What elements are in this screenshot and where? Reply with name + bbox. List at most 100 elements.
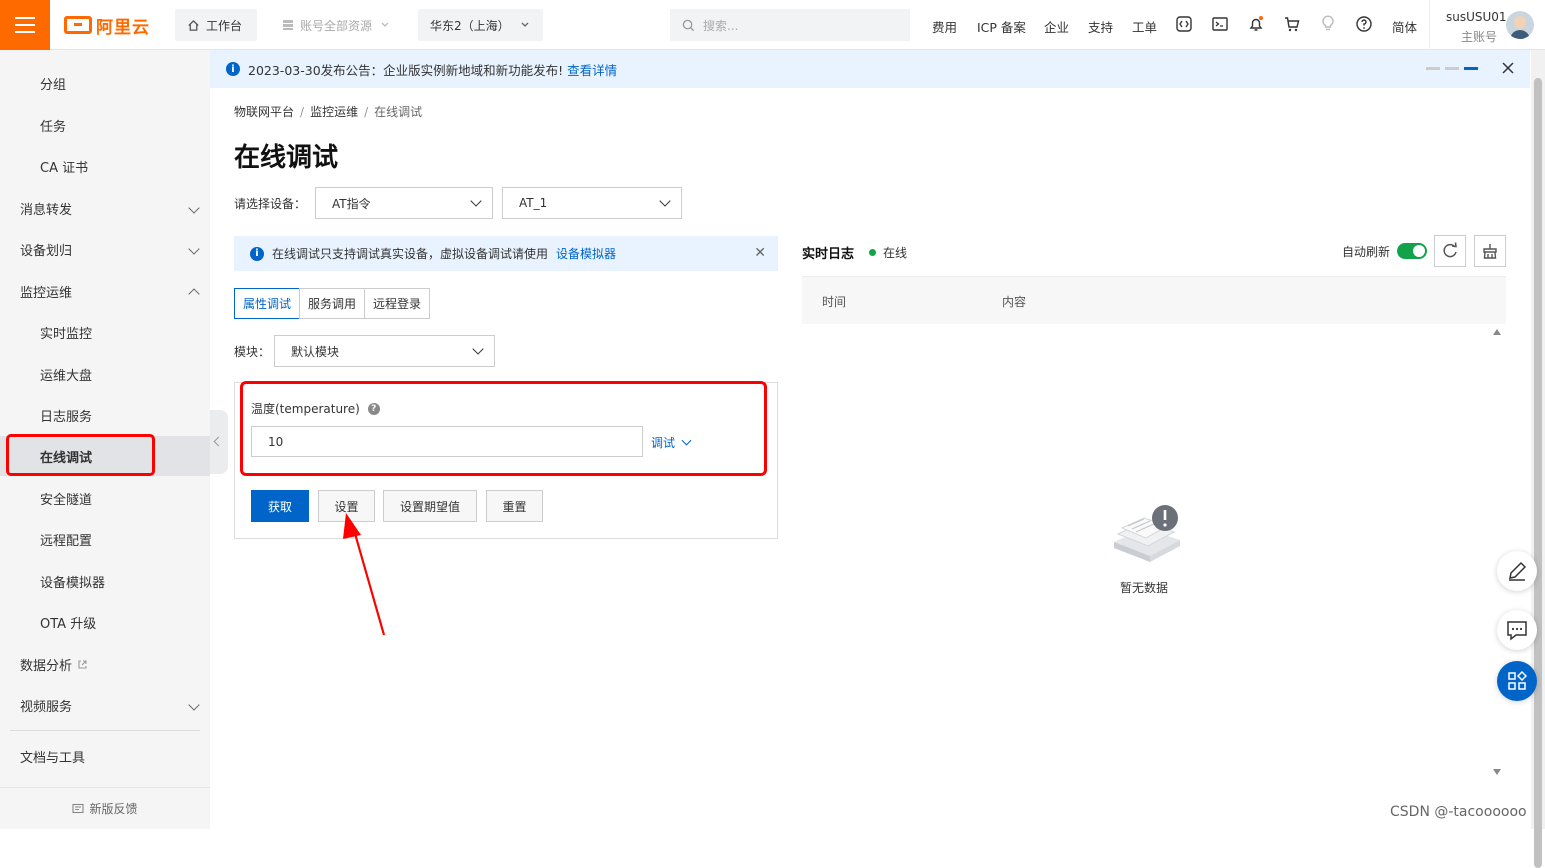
empty-data-icon — [1114, 505, 1180, 562]
nav-billing[interactable]: 费用 — [932, 17, 957, 36]
nav-ticket[interactable]: 工单 — [1132, 17, 1157, 36]
clear-log-button[interactable] — [1474, 235, 1506, 267]
sidebar-item-device-assign[interactable]: 设备划归 — [0, 229, 210, 269]
product-select[interactable]: AT指令 — [315, 187, 493, 219]
breadcrumb-item[interactable]: 监控运维 — [310, 105, 358, 119]
cart-icon[interactable] — [1283, 15, 1301, 33]
sidebar-item-message-forward[interactable]: 消息转发 — [0, 188, 210, 228]
sidebar-item-label: 远程配置 — [40, 533, 93, 549]
nav-support[interactable]: 支持 — [1088, 17, 1113, 36]
product-select-value: AT指令 — [332, 196, 371, 211]
aliyun-logo[interactable]: 阿里云 — [64, 14, 150, 38]
page-scrollbar[interactable] — [1531, 50, 1545, 868]
sidebar-item-video-service[interactable]: 视频服务 — [0, 685, 210, 725]
scroll-down-arrow[interactable] — [1493, 769, 1501, 775]
annotation-box — [6, 434, 155, 476]
chevron-down-icon — [381, 22, 389, 27]
chat-icon — [1507, 621, 1527, 641]
terminal-icon[interactable] — [1211, 15, 1229, 33]
carousel-dot[interactable] — [1445, 67, 1459, 70]
sidebar-item-ota[interactable]: OTA 升级 — [0, 602, 210, 642]
sidebar-item-label: 任务 — [40, 119, 67, 135]
lightbulb-icon[interactable] — [1319, 15, 1337, 33]
workbench-button[interactable]: 工作台 — [175, 9, 257, 41]
menu-icon[interactable] — [0, 0, 50, 50]
sidebar-item-docs-tools[interactable]: 文档与工具 — [0, 736, 210, 776]
carousel-dot-active[interactable] — [1464, 67, 1478, 70]
sidebar-item-label: 视频服务 — [20, 699, 73, 715]
sidebar-item-label: OTA 升级 — [40, 616, 97, 632]
chevron-down-icon — [659, 195, 671, 207]
sidebar-item-remote-config[interactable]: 远程配置 — [0, 519, 210, 559]
module-select[interactable]: 默认模块 — [274, 335, 495, 367]
tab-property-debug[interactable]: 属性调试 — [234, 288, 300, 319]
sidebar-item-ops-dashboard[interactable]: 运维大盘 — [0, 354, 210, 394]
scrollbar-thumb[interactable] — [1534, 78, 1542, 868]
avatar[interactable] — [1506, 11, 1534, 39]
device-simulator-link[interactable]: 设备模拟器 — [556, 245, 616, 262]
reset-button[interactable]: 重置 — [486, 490, 543, 522]
sidebar-item-monitoring[interactable]: 监控运维 — [0, 271, 210, 311]
help-icon[interactable] — [1355, 15, 1373, 33]
divider — [1429, 0, 1430, 50]
breadcrumb-item[interactable]: 物联网平台 — [234, 105, 294, 119]
sidebar-collapse-handle[interactable] — [210, 410, 228, 474]
scroll-up-arrow[interactable] — [1493, 329, 1501, 335]
device-select[interactable]: AT_1 — [502, 187, 682, 219]
tab-remote-login[interactable]: 远程登录 — [364, 288, 430, 319]
sidebar-item-task[interactable]: 任务 — [0, 105, 210, 145]
auto-refresh-toggle[interactable] — [1397, 243, 1427, 259]
online-status: 在线 — [869, 244, 907, 261]
resource-scope-label: 账号全部资源 — [300, 18, 373, 33]
refresh-button[interactable] — [1434, 235, 1466, 267]
apps-float-button[interactable] — [1497, 661, 1537, 701]
sidebar-item-label: 设备划归 — [20, 243, 73, 259]
tab-label: 属性调试 — [242, 297, 291, 311]
feedback-label: 新版反馈 — [89, 802, 138, 816]
external-link-icon — [78, 659, 87, 669]
home-icon — [188, 19, 199, 31]
sidebar-item-realtime-monitor[interactable]: 实时监控 — [0, 312, 210, 352]
nav-icp[interactable]: ICP 备案 — [977, 17, 1026, 36]
resource-scope-select[interactable]: 账号全部资源 — [270, 9, 405, 41]
chevron-down-icon — [470, 195, 482, 207]
tab-service-call[interactable]: 服务调用 — [299, 288, 365, 319]
sidebar-item-group[interactable]: 分组 — [0, 63, 210, 103]
edit-float-button[interactable] — [1497, 551, 1537, 591]
language-switch[interactable]: 简体 — [1392, 17, 1417, 36]
sidebar-item-label: 监控运维 — [20, 285, 73, 301]
username[interactable]: susUSU01 — [1446, 10, 1507, 24]
column-content: 内容 — [1002, 295, 1027, 309]
close-icon[interactable]: ✕ — [754, 245, 766, 261]
announcement-text: 2023-03-30发布公告：企业版实例新地域和新功能发布! — [248, 62, 564, 78]
sidebar-item-log-service[interactable]: 日志服务 — [0, 395, 210, 435]
info-icon: i — [250, 246, 264, 261]
auto-refresh-label: 自动刷新 — [1342, 245, 1391, 259]
announcement-link[interactable]: 查看详情 — [567, 60, 617, 79]
workbench-label: 工作台 — [206, 18, 243, 33]
nav-enterprise[interactable]: 企业 — [1044, 17, 1069, 36]
get-button[interactable]: 获取 — [251, 490, 309, 522]
feedback-button[interactable]: 新版反馈 — [0, 787, 210, 829]
status-label: 在线 — [883, 246, 908, 260]
code-icon[interactable] — [1175, 15, 1193, 33]
search-icon — [682, 19, 695, 31]
sidebar-item-secure-tunnel[interactable]: 安全隧道 — [0, 478, 210, 518]
feedback-icon — [72, 803, 85, 813]
sidebar-item-label: 分组 — [40, 77, 67, 93]
broom-icon — [1483, 244, 1497, 259]
sidebar-item-device-simulator[interactable]: 设备模拟器 — [0, 561, 210, 601]
bell-icon[interactable] — [1247, 15, 1265, 33]
logo-text: 阿里云 — [96, 17, 150, 38]
close-icon[interactable] — [1502, 62, 1514, 74]
search-input[interactable]: 搜索... — [670, 9, 910, 41]
region-select[interactable]: 华东2（上海） — [418, 9, 543, 41]
chevron-down-icon — [521, 22, 529, 27]
column-time: 时间 — [822, 295, 847, 309]
sidebar-item-data-analysis[interactable]: 数据分析 — [0, 644, 210, 684]
chat-float-button[interactable] — [1497, 610, 1537, 650]
sidebar-item-ca-cert[interactable]: CA 证书 — [0, 146, 210, 186]
button-label: 获取 — [267, 499, 292, 514]
carousel-dot[interactable] — [1426, 67, 1440, 70]
status-dot — [869, 249, 876, 256]
